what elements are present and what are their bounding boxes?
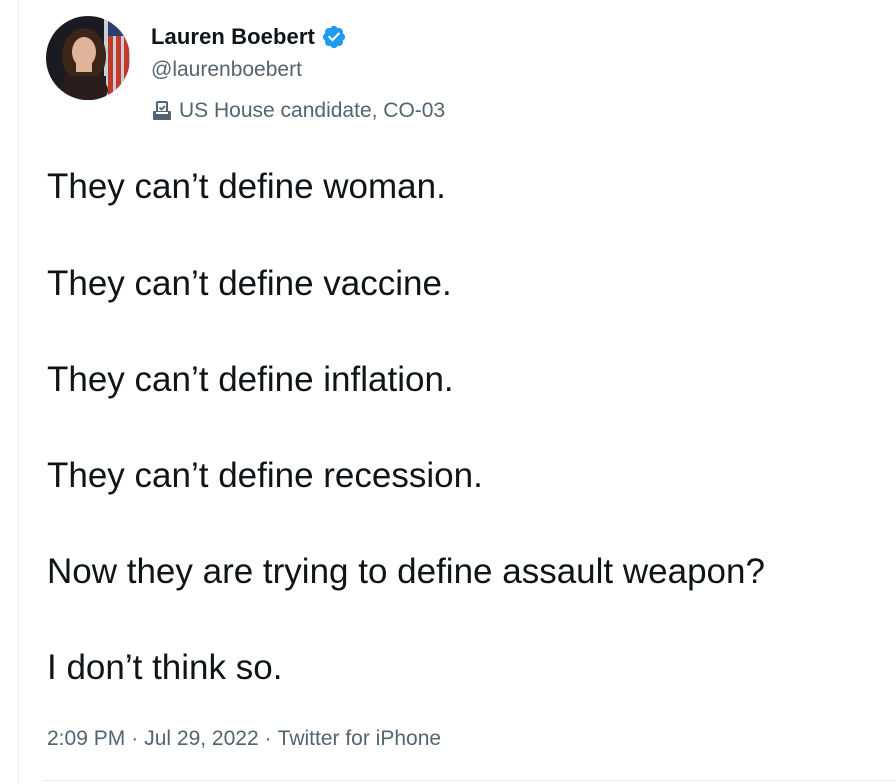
tweet-text-line: They can’t define woman. — [47, 167, 446, 206]
tweet-date[interactable]: Jul 29, 2022 — [144, 727, 258, 750]
avatar-image — [46, 16, 130, 100]
tweet-divider — [42, 780, 896, 781]
meta-separator: · — [131, 727, 139, 750]
tweet-text-line: They can’t define recession. — [47, 456, 483, 495]
tweet-left-border — [18, 0, 19, 784]
verified-badge-icon — [321, 24, 347, 50]
author-display-name[interactable]: Lauren Boebert — [151, 24, 315, 50]
tweet-text-line: I don’t think so. — [47, 648, 283, 687]
avatar[interactable] — [46, 16, 130, 100]
author-name-row[interactable]: Lauren Boebert — [151, 22, 347, 52]
tweet-time[interactable]: 2:09 PM — [47, 727, 125, 750]
tweet-metadata: 2:09 PM · Jul 29, 2022 · Twitter for iPhone — [47, 724, 441, 754]
author-handle[interactable]: @laurenboebert — [151, 58, 302, 82]
meta-separator: · — [264, 727, 272, 750]
account-label-row: US House candidate, CO-03 — [151, 96, 445, 126]
tweet-source[interactable]: Twitter for iPhone — [278, 727, 441, 750]
tweet-text-line: Now they are trying to define assault we… — [47, 552, 765, 591]
ballot-box-icon — [151, 100, 173, 122]
tweet-text-line: They can’t define vaccine. — [47, 264, 452, 303]
account-label: US House candidate, CO-03 — [179, 99, 446, 122]
tweet-text-line: They can’t define inflation. — [47, 360, 454, 399]
